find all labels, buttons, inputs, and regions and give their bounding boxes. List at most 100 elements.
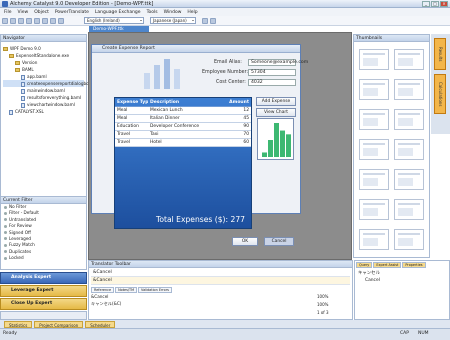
tree-item[interactable]: resultsforeverything.baml [3, 94, 84, 101]
thumbnail[interactable] [394, 49, 424, 70]
thumbnail[interactable] [359, 49, 389, 70]
tab-project-comparison[interactable]: Project Comparison [34, 320, 84, 328]
thumbnail[interactable] [359, 79, 389, 100]
leverage-expert-button[interactable]: Leverage Expert [0, 285, 87, 297]
menu-object[interactable]: Object [34, 10, 49, 15]
source-language-select[interactable]: English (Ireland) [84, 17, 144, 24]
thumbnail[interactable] [359, 169, 389, 190]
table-row[interactable]: Travel Taxi 70 [115, 131, 251, 139]
app-icon [2, 1, 8, 7]
tab-statistics[interactable]: Statistics [4, 320, 33, 328]
cancel-button[interactable]: Cancel [264, 237, 294, 246]
menu-tools[interactable]: Tools [147, 10, 158, 15]
results-tab[interactable]: Results [434, 38, 446, 70]
memory-source: &Cancel [91, 294, 109, 299]
table-row[interactable]: Meal Mexican Lunch 12 [115, 107, 251, 115]
thumbnail[interactable] [394, 199, 424, 220]
menu-bar: File View Object PowerTranslate Language… [0, 8, 450, 16]
column-amount[interactable]: Amount [220, 98, 251, 106]
tree-item-selected[interactable]: createexpensereportdialogbox.baml [3, 80, 103, 87]
tab-reference[interactable]: Reference [91, 287, 115, 293]
thumbnail[interactable] [394, 109, 424, 130]
table-row[interactable]: Travel Hotel 60 [115, 139, 251, 147]
open-icon[interactable] [10, 17, 16, 24]
query-line-1: キャンセル [358, 271, 380, 276]
memo-tabs: Reference Notes/TM Validation Errors [91, 287, 172, 293]
tab-properties[interactable]: Properties [402, 262, 426, 268]
maximize-button[interactable]: □ [431, 1, 439, 7]
redo-icon[interactable] [58, 17, 64, 24]
tab-expert-assist[interactable]: Expert Assist [373, 262, 402, 268]
thumbnail[interactable] [394, 169, 424, 190]
menu-powertranslate[interactable]: PowerTranslate [55, 10, 89, 15]
tree-item[interactable]: viewchartwindow.baml [3, 101, 84, 108]
status-caps: CAP [400, 331, 409, 336]
chart-preview[interactable] [257, 118, 294, 160]
chart-svg [262, 123, 291, 157]
menu-file[interactable]: File [4, 10, 12, 15]
file-icon [21, 74, 25, 80]
file-icon [9, 109, 13, 115]
status-tabs: Statistics Project Comparison Scheduler [0, 320, 450, 328]
thumbnail[interactable] [359, 109, 389, 130]
target-language-select[interactable]: Japanese (Japan) [150, 17, 196, 24]
analysis-expert-button[interactable]: Analysis Expert [0, 272, 87, 284]
tree-item[interactable]: mainwindow.baml [3, 87, 84, 94]
new-icon[interactable] [2, 17, 8, 24]
column-description[interactable]: Description [148, 98, 220, 106]
search-icon[interactable] [202, 17, 208, 24]
total-expenses: Total Expenses ($): 277 [156, 215, 245, 224]
project-tree: WPF Demo 9.0 ExpenseItStandalone.exe Ver… [1, 42, 103, 118]
menu-view[interactable]: View [18, 10, 29, 15]
view-chart-button[interactable]: View Chart [256, 108, 296, 117]
target-text[interactable]: &Cancel [91, 277, 350, 285]
status-ready: Ready [3, 331, 17, 336]
save-icon[interactable] [18, 17, 24, 24]
menu-window[interactable]: Window [164, 10, 182, 15]
cut-icon[interactable] [26, 17, 32, 24]
calculations-tab[interactable]: Calculations [434, 74, 446, 114]
thumbnail[interactable] [359, 199, 389, 220]
thumbnail[interactable] [359, 139, 389, 160]
tree-item[interactable]: app.baml [3, 73, 84, 80]
add-expense-button[interactable]: Add Expense [256, 97, 296, 106]
memory-target: キャンセル(&C) [91, 301, 122, 306]
tree-item[interactable]: BAML [3, 66, 84, 73]
cost-center-field[interactable]: 4032 [248, 79, 296, 86]
tree-item[interactable]: Version [3, 59, 84, 66]
column-expense-type[interactable]: Expense Type [115, 98, 148, 106]
navigator-header: Navigator [1, 35, 86, 42]
tab-scheduler[interactable]: Scheduler [85, 320, 116, 328]
paste-icon[interactable] [42, 17, 48, 24]
file-icon [21, 81, 25, 87]
table-row[interactable]: Meal Italian Dinner 45 [115, 115, 251, 123]
tab-validation-errors[interactable]: Validation Errors [138, 287, 172, 293]
menu-help[interactable]: Help [187, 10, 197, 15]
thumbnail[interactable] [359, 229, 389, 250]
copy-icon[interactable] [34, 17, 40, 24]
thumbnail[interactable] [394, 229, 424, 250]
menu-language-exchange[interactable]: Language Exchange [95, 10, 141, 15]
employee-field[interactable]: 57304 [248, 69, 296, 76]
minimize-button[interactable]: _ [422, 1, 430, 7]
thumbnail[interactable] [394, 79, 424, 100]
settings-icon[interactable] [210, 17, 216, 24]
page-indicator: 1 of 3 [317, 310, 329, 315]
tab-query[interactable]: Query [356, 262, 373, 268]
table-row[interactable]: Education Developer Conference 90 [115, 123, 251, 131]
close-button[interactable]: × [440, 1, 448, 7]
thumbnail[interactable] [394, 139, 424, 160]
tree-item[interactable]: WPF Demo 9.0 [3, 45, 84, 52]
tree-item[interactable]: ExpenseItStandalone.exe [3, 52, 84, 59]
tab-notes-tm[interactable]: Notes/TM [115, 287, 138, 293]
ok-button[interactable]: OK [232, 237, 258, 246]
chart-bar [262, 152, 267, 157]
tree-item[interactable]: CATALYST.XSL [3, 108, 84, 115]
close-up-expert-button[interactable]: Close Up Expert [0, 298, 87, 310]
email-field[interactable]: Someone@example.com [248, 59, 308, 66]
thumbnails-panel: Thumbnails [353, 34, 430, 258]
undo-icon[interactable] [50, 17, 56, 24]
email-label: Email Alias: [214, 60, 242, 65]
filter-item[interactable]: Locked [1, 255, 86, 261]
right-dock: Results Calculations [431, 34, 450, 134]
